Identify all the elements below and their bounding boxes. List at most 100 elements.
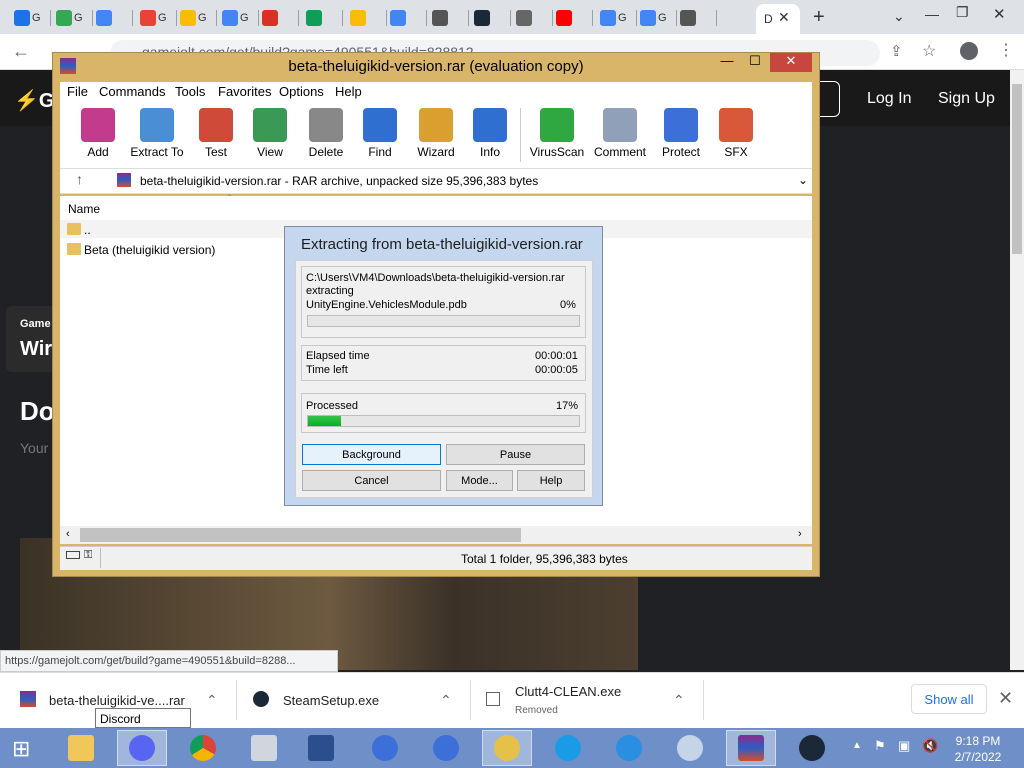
- chrome-icon[interactable]: [178, 730, 228, 766]
- tool-virusscan-button[interactable]: VirusScan: [527, 104, 587, 159]
- tool-comment-button[interactable]: Comment: [590, 104, 650, 159]
- page-scrollbar-thumb[interactable]: [1012, 84, 1022, 254]
- browser-tab[interactable]: [306, 6, 336, 30]
- download-item-name[interactable]: SteamSetup.exe: [283, 693, 379, 708]
- tool-wizard-button[interactable]: Wizard: [406, 104, 466, 159]
- editor-icon[interactable]: [296, 730, 346, 766]
- cancel-button[interactable]: Cancel: [302, 470, 441, 491]
- current-file-name: UnityEngine.VehiclesModule.pdb: [306, 299, 467, 311]
- browser-tab[interactable]: G: [600, 6, 630, 30]
- help-button[interactable]: Help: [517, 470, 585, 491]
- add-icon: [81, 108, 115, 142]
- tab-search-icon[interactable]: ⌄: [893, 8, 905, 25]
- tool-extract-to-button[interactable]: Extract To: [127, 104, 187, 159]
- back-arrow-icon[interactable]: ←: [12, 41, 30, 62]
- gamejolt-logo-icon[interactable]: ⚡G: [14, 88, 54, 113]
- browser-tab[interactable]: G: [14, 6, 44, 30]
- key-icon[interactable]: ⚿: [84, 549, 92, 562]
- app-running-icon[interactable]: [482, 730, 532, 766]
- menu-commands[interactable]: Commands: [99, 84, 165, 99]
- profile-avatar-icon[interactable]: [960, 42, 978, 60]
- minimize-icon[interactable]: —: [925, 6, 939, 22]
- tool-delete-button[interactable]: Delete: [296, 104, 356, 159]
- browser-tab[interactable]: [96, 6, 126, 30]
- drive-icon[interactable]: [66, 551, 80, 559]
- browser-tab[interactable]: [556, 6, 586, 30]
- login-link[interactable]: Log In: [867, 90, 911, 108]
- browser-tab[interactable]: G: [180, 6, 210, 30]
- app-crystal-icon[interactable]: [360, 730, 410, 766]
- tool-protect-button[interactable]: Protect: [651, 104, 711, 159]
- internet-explorer-icon[interactable]: [604, 730, 654, 766]
- tool-view-button[interactable]: View: [240, 104, 300, 159]
- winrar-minimize-icon[interactable]: —: [714, 53, 740, 73]
- file-row-folder[interactable]: Beta (theluigikid version): [84, 243, 215, 257]
- archive-path-text[interactable]: beta-theluigikid-version.rar - RAR archi…: [140, 174, 538, 188]
- show-all-button[interactable]: Show all: [911, 684, 987, 714]
- browser-tab[interactable]: G: [140, 6, 170, 30]
- browser-tab[interactable]: G: [222, 6, 252, 30]
- download-menu-chevron-icon[interactable]: ⌃: [206, 692, 218, 709]
- menu-file[interactable]: File: [67, 84, 88, 99]
- column-header-name[interactable]: Name: [68, 202, 100, 216]
- background-button[interactable]: Background: [302, 444, 441, 465]
- menu-favorites[interactable]: Favorites: [218, 84, 271, 99]
- file-row-parent[interactable]: ..: [84, 223, 91, 237]
- browser-tab[interactable]: [474, 6, 504, 30]
- signup-link[interactable]: Sign Up: [938, 90, 995, 108]
- pause-button[interactable]: Pause: [446, 444, 585, 465]
- download-item-name[interactable]: beta-theluigikid-ve....rar: [49, 693, 185, 708]
- network-icon[interactable]: ▣: [898, 738, 910, 754]
- window-close-icon[interactable]: ✕: [993, 5, 1006, 23]
- menu-options[interactable]: Options: [279, 84, 324, 99]
- tool-test-button[interactable]: Test: [186, 104, 246, 159]
- winrar-maximize-icon[interactable]: ☐: [742, 53, 768, 73]
- scroll-left-icon[interactable]: ‹: [66, 528, 70, 540]
- menu-tools[interactable]: Tools: [175, 84, 205, 99]
- action-center-icon[interactable]: ⚑: [874, 738, 886, 754]
- tool-find-button[interactable]: Find: [350, 104, 410, 159]
- mode-button[interactable]: Mode...: [446, 470, 513, 491]
- steam-taskbar-icon[interactable]: [787, 730, 837, 766]
- paint-icon[interactable]: [665, 730, 715, 766]
- close-downloads-icon[interactable]: ✕: [998, 688, 1013, 709]
- tool-sfx-button[interactable]: SFX: [706, 104, 766, 159]
- taskbar-clock[interactable]: 9:18 PM 2/7/2022: [948, 733, 1008, 765]
- hscroll-thumb[interactable]: [80, 528, 521, 542]
- browser-tab[interactable]: G: [640, 6, 670, 30]
- tab-close-icon[interactable]: ✕: [778, 9, 790, 26]
- share-icon[interactable]: ⇪: [890, 42, 903, 60]
- browser-tab[interactable]: [350, 6, 380, 30]
- bookmark-star-icon[interactable]: ☆: [922, 41, 936, 61]
- browser-tab[interactable]: G: [56, 6, 86, 30]
- winrar-taskbar-icon[interactable]: [726, 730, 776, 766]
- restore-icon[interactable]: ❐: [956, 4, 969, 21]
- windows-start-icon[interactable]: ⊞: [12, 736, 30, 762]
- download-menu-chevron-icon[interactable]: ⌃: [440, 692, 452, 709]
- volume-muted-icon[interactable]: 🔇: [922, 738, 938, 754]
- download-menu-chevron-icon[interactable]: ⌃: [673, 692, 685, 709]
- menu-help[interactable]: Help: [335, 84, 362, 99]
- browser-tab[interactable]: [390, 6, 420, 30]
- download-item-name[interactable]: Clutt4-CLEAN.exe: [515, 684, 621, 699]
- scroll-right-icon[interactable]: ›: [798, 528, 802, 540]
- browser-tab[interactable]: [680, 6, 710, 30]
- up-folder-icon[interactable]: ↑: [76, 171, 83, 187]
- new-tab-button[interactable]: +: [813, 6, 825, 29]
- browser-tab[interactable]: [432, 6, 462, 30]
- tool-info-button[interactable]: Info: [460, 104, 520, 159]
- task-manager-icon[interactable]: [239, 730, 289, 766]
- active-tab[interactable]: D ✕: [756, 4, 800, 34]
- browser-tab[interactable]: [516, 6, 546, 30]
- menu-dots-icon[interactable]: ⋮: [998, 40, 1014, 60]
- winrar-close-icon[interactable]: ✕: [770, 53, 812, 72]
- discord-icon[interactable]: [117, 730, 167, 766]
- app-crystal-icon[interactable]: [421, 730, 471, 766]
- skype-icon[interactable]: [543, 730, 593, 766]
- winrar-title: beta-theluigikid-version.rar (evaluation…: [288, 58, 584, 75]
- file-explorer-icon[interactable]: [56, 730, 106, 766]
- tray-overflow-icon[interactable]: ▲: [852, 740, 862, 751]
- browser-tab[interactable]: [262, 6, 292, 30]
- tool-add-button[interactable]: Add: [68, 104, 128, 159]
- path-dropdown-icon[interactable]: ⌄: [798, 173, 808, 187]
